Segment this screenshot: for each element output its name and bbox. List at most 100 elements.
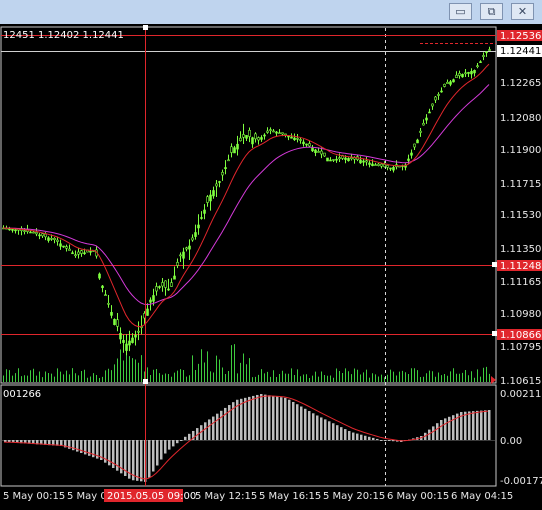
candle-body: [239, 137, 242, 142]
candle-body: [170, 282, 173, 287]
candle-body: [416, 139, 419, 144]
candle-body: [428, 111, 431, 114]
candlesticks: [2, 46, 491, 356]
candle-body: [209, 194, 212, 202]
candle-body: [377, 163, 380, 166]
candle-body: [479, 61, 482, 63]
macd-bar: [320, 417, 323, 440]
candle-body: [41, 233, 44, 237]
level-price-mid: 1.11248: [500, 261, 541, 272]
candle-body: [236, 143, 239, 150]
price-tick: 1.12080: [500, 113, 541, 124]
candle-body: [200, 217, 203, 219]
candle-body: [299, 139, 302, 141]
macd-bar: [384, 440, 387, 441]
macd-bar: [368, 436, 371, 440]
macd-bar: [332, 423, 335, 440]
candle-body: [365, 160, 368, 163]
candle-body: [23, 230, 26, 232]
candle-body: [59, 243, 62, 247]
macd-bar: [348, 431, 351, 440]
macd-bar: [388, 440, 391, 441]
candle-body: [305, 143, 308, 146]
macd-bar: [444, 418, 447, 440]
candle-body: [476, 65, 479, 68]
candle-body: [389, 167, 392, 170]
candle-body: [179, 254, 182, 257]
candle-body: [362, 160, 365, 163]
candle-body: [182, 251, 185, 259]
chart-canvas[interactable]: 12451 1.12402 1.12441 001266 1.12265 1.1…: [0, 0, 542, 510]
macd-bar: [316, 415, 319, 440]
macd-bar: [352, 432, 355, 440]
candle-body: [332, 159, 335, 161]
macd-bar: [136, 440, 139, 481]
macd-bar: [260, 394, 263, 440]
time-label: 5 May 16:15: [259, 491, 321, 502]
candle-body: [452, 79, 455, 83]
macd-bar: [280, 397, 283, 440]
candle-body: [281, 132, 284, 135]
candle-body: [227, 159, 230, 162]
macd-bar: [184, 436, 187, 440]
candle-body: [275, 131, 278, 134]
ma-slow-line: [3, 84, 490, 306]
candle-body: [29, 231, 32, 234]
macd-bar: [328, 421, 331, 440]
level-handle-mid[interactable]: [492, 262, 497, 267]
level-handle-low[interactable]: [492, 331, 497, 336]
macd-bar: [168, 440, 171, 450]
price-tick: 1.11715: [500, 179, 541, 190]
candle-body: [128, 340, 131, 346]
macd-bar: [176, 440, 179, 444]
candle-body: [263, 134, 266, 137]
candle-body: [419, 130, 422, 133]
candle-body: [371, 163, 374, 167]
macd-bar: [488, 410, 491, 440]
candle-body: [224, 167, 227, 170]
candle-body: [368, 162, 371, 165]
candle-body: [437, 94, 440, 96]
crosshair-handle-bottom[interactable]: [143, 379, 148, 384]
candle-body: [464, 72, 467, 75]
macd-bar: [240, 398, 243, 440]
candle-body: [260, 137, 263, 140]
candle-body: [50, 238, 53, 240]
candle-body: [440, 90, 443, 93]
candle-body: [482, 55, 485, 57]
candle-body: [488, 49, 491, 51]
candle-body: [89, 250, 92, 253]
price-tick: 1.10980: [500, 309, 541, 320]
candle-body: [191, 237, 194, 241]
macd-bar: [472, 411, 475, 440]
crosshair-handle-top[interactable]: [143, 25, 148, 30]
candle-body: [167, 288, 170, 291]
candle-body: [173, 275, 176, 280]
price-tick: 1.10795: [500, 342, 541, 353]
candle-body: [71, 252, 74, 255]
macd-value-label: 001266: [3, 389, 41, 400]
crosshair-time: 2015.05.05 09:00: [107, 491, 196, 502]
macd-bar: [140, 440, 143, 482]
macd-bar: [252, 395, 255, 440]
candle-body: [158, 286, 161, 288]
time-label: 6 May 04:15: [451, 491, 513, 502]
time-label: 5 May 00:15: [3, 491, 65, 502]
candle-body: [434, 96, 437, 101]
macd-bar: [308, 411, 311, 440]
macd-bar: [160, 440, 163, 460]
candle-body: [272, 130, 275, 133]
ohlc-label: 12451 1.12402 1.12441: [3, 30, 124, 41]
candle-body: [248, 130, 251, 137]
candle-body: [65, 246, 68, 249]
candle-body: [134, 334, 137, 338]
candle-body: [116, 319, 119, 327]
macd-bar: [340, 427, 343, 440]
candle-body: [56, 239, 59, 242]
candle-body: [446, 81, 449, 84]
macd-axis-bottom: -0.00177: [500, 476, 542, 487]
candle-body: [308, 143, 311, 147]
macd-bar: [356, 433, 359, 440]
candle-body: [203, 209, 206, 214]
macd-bar: [212, 416, 215, 440]
